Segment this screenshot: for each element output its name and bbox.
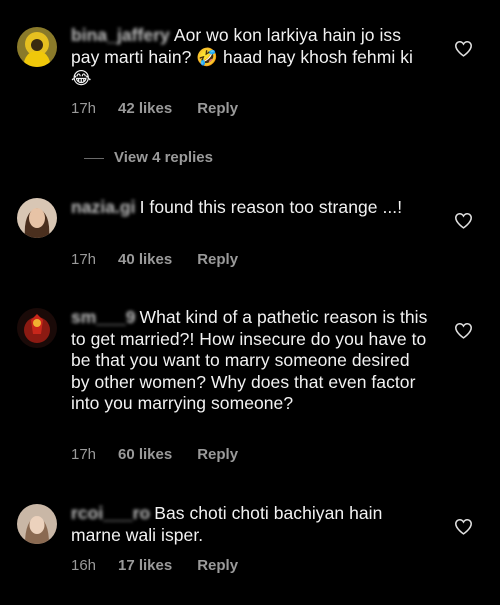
comment-body: bina_jaffery Aor wo kon larkiya hain jo i… xyxy=(71,25,433,90)
view-replies-label: View 4 replies xyxy=(114,149,213,166)
comment-likes[interactable]: 60 likes xyxy=(118,446,172,463)
reply-button[interactable]: Reply xyxy=(197,446,238,463)
avatar[interactable] xyxy=(17,27,57,67)
comment-time: 17h xyxy=(71,446,97,463)
avatar[interactable] xyxy=(17,198,57,238)
avatar[interactable] xyxy=(17,504,57,544)
comment-likes[interactable]: 17 likes xyxy=(118,557,172,574)
comment-username[interactable]: sm___9 xyxy=(71,307,136,327)
comment-username[interactable]: bina_jaffery xyxy=(71,25,170,45)
comment-meta: 17h 60 likes Reply xyxy=(71,446,238,463)
replies-divider xyxy=(84,157,104,159)
comment-likes[interactable]: 40 likes xyxy=(118,251,172,268)
comment-body: nazia.gi I found this reason too strange … xyxy=(71,197,433,219)
heart-icon[interactable] xyxy=(454,518,473,535)
comment-body: sm___9 What kind of a pathetic reason is … xyxy=(71,307,433,415)
comment-likes[interactable]: 42 likes xyxy=(118,100,172,117)
comment-meta: 16h 17 likes Reply xyxy=(71,557,238,574)
comment-username[interactable]: rcoi___ro xyxy=(71,503,150,523)
reply-button[interactable]: Reply xyxy=(197,251,238,268)
reply-button[interactable]: Reply xyxy=(197,557,238,574)
comment-time: 17h xyxy=(71,251,97,268)
comment-time: 16h xyxy=(71,557,97,574)
comment-text: I found this reason too strange ...! xyxy=(139,197,403,217)
comment-meta: 17h 40 likes Reply xyxy=(71,251,238,268)
reply-button[interactable]: Reply xyxy=(197,100,238,117)
avatar[interactable] xyxy=(17,308,57,348)
view-replies-button[interactable]: View 4 replies xyxy=(84,149,213,166)
heart-icon[interactable] xyxy=(454,322,473,339)
heart-icon[interactable] xyxy=(454,212,473,229)
comment-time: 17h xyxy=(71,100,97,117)
comment-username[interactable]: nazia.gi xyxy=(71,197,136,217)
heart-icon[interactable] xyxy=(454,40,473,57)
comment-body: rcoi___ro Bas choti choti bachiyan hain m… xyxy=(71,503,433,546)
comment-meta: 17h 42 likes Reply xyxy=(71,100,238,117)
